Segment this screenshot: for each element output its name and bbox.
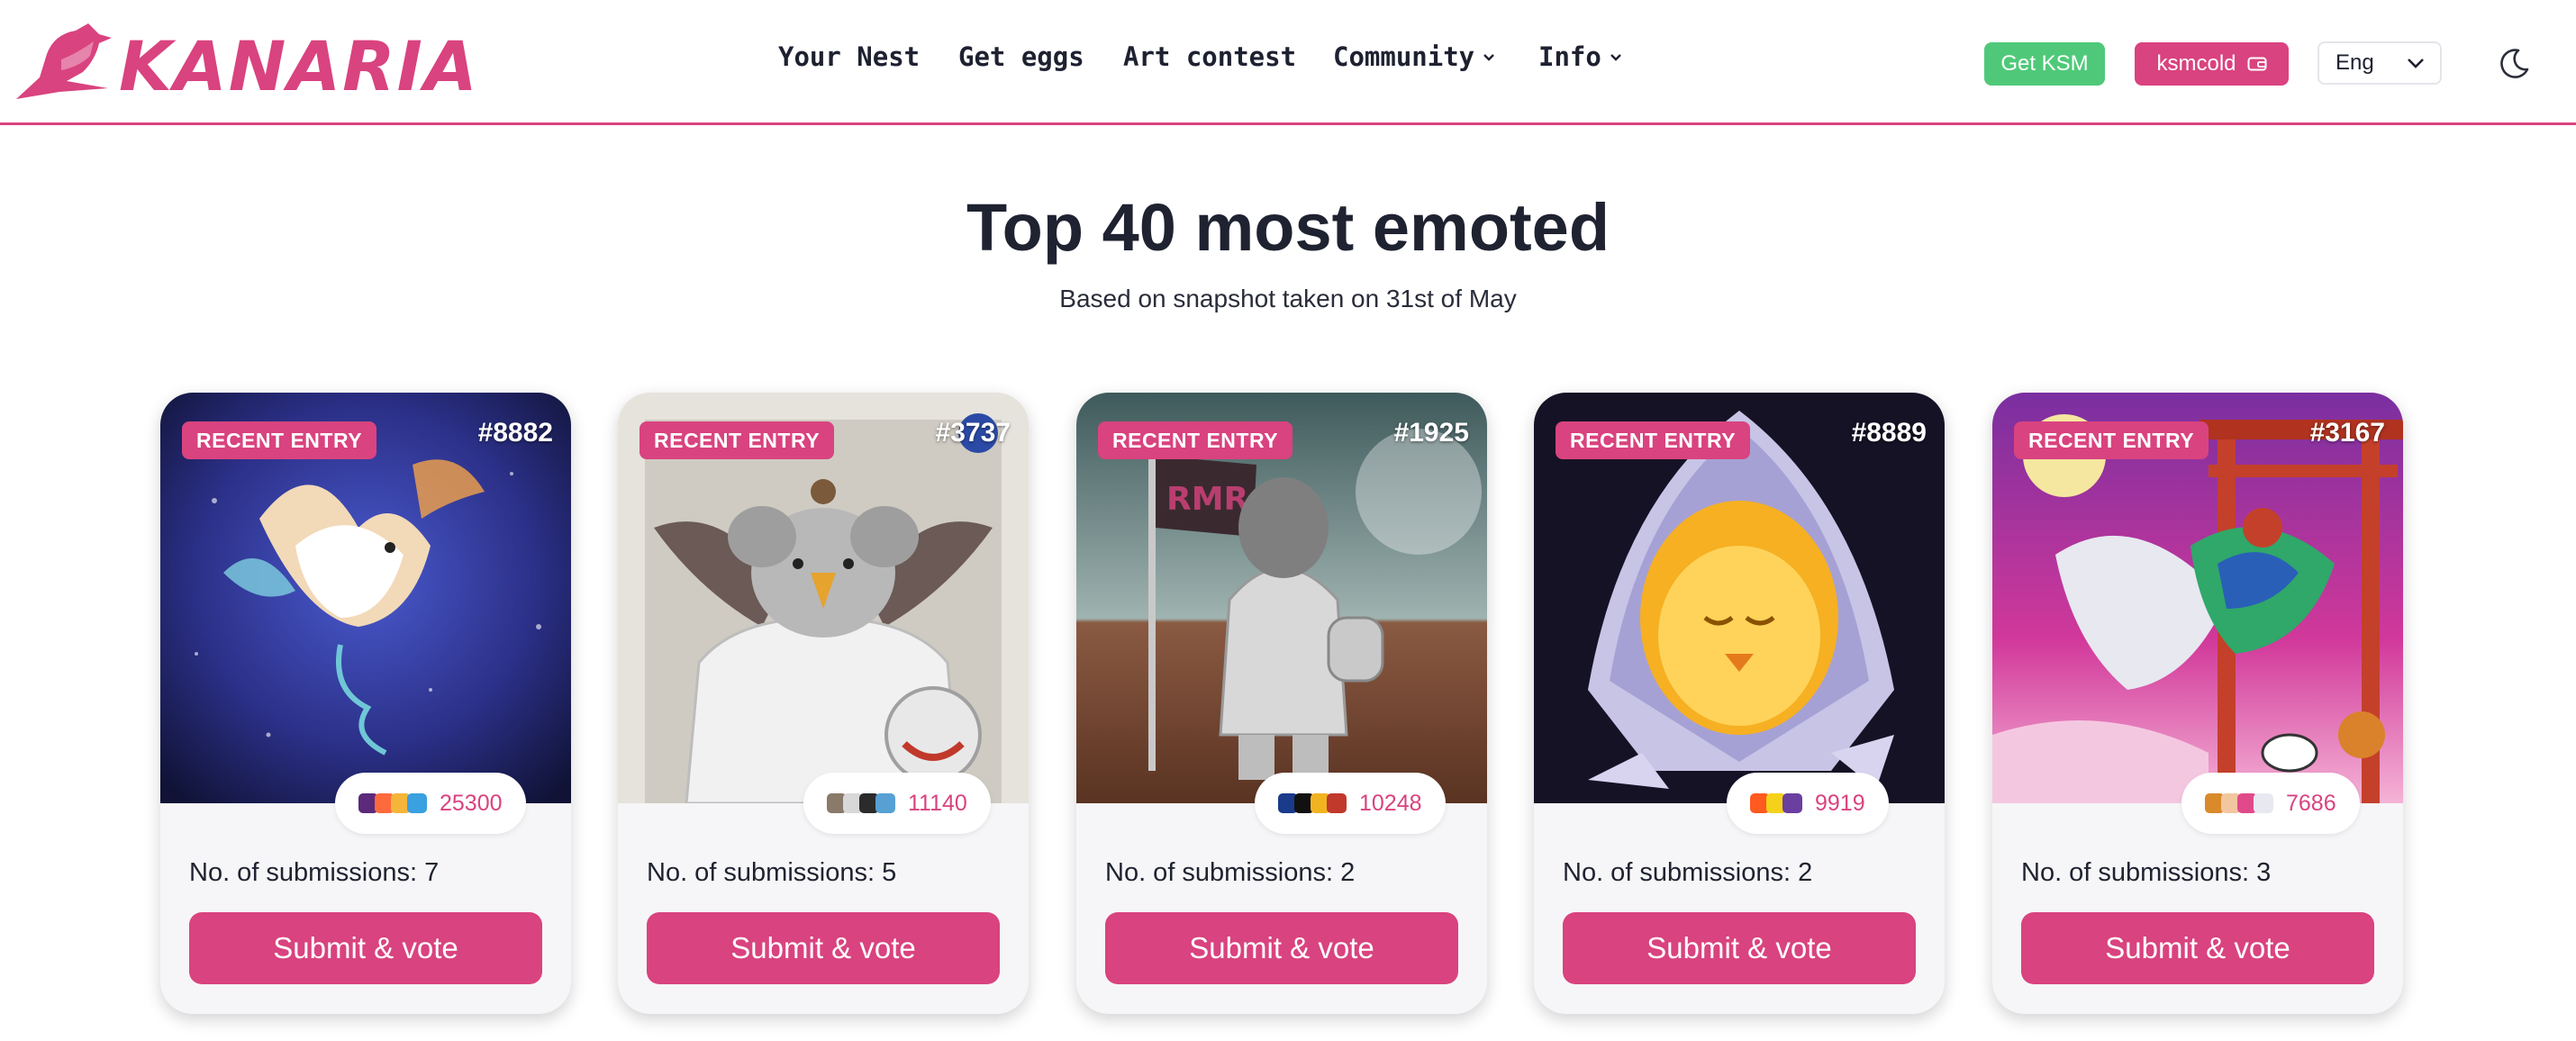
wallet-account-button[interactable]: ksmcold bbox=[2135, 42, 2289, 86]
kanaria-logo[interactable]: KANARIA bbox=[13, 18, 499, 101]
recent-entry-badge: RECENT ENTRY bbox=[182, 421, 377, 459]
nav-info[interactable]: Info bbox=[1538, 41, 1623, 72]
language-value: Eng bbox=[2336, 50, 2374, 75]
nft-card[interactable]: RECENT ENTRY #8882 25300 No. of submissi… bbox=[160, 393, 571, 1014]
nav-get-eggs[interactable]: Get eggs bbox=[958, 41, 1084, 72]
top-navbar: KANARIA Your Nest Get eggs Art contest C… bbox=[0, 0, 2576, 125]
emote-summary[interactable]: 9919 bbox=[1727, 773, 1889, 834]
submit-vote-label: Submit & vote bbox=[1189, 931, 1374, 964]
nav-community[interactable]: Community bbox=[1333, 41, 1496, 72]
emote-summary[interactable]: 11140 bbox=[803, 773, 991, 834]
nft-card[interactable]: RECENT ENTRY #8889 9919 No. of submissio… bbox=[1534, 393, 1945, 1014]
nft-card[interactable]: RECENT ENTRY #3737 11140 No. of submissi… bbox=[618, 393, 1029, 1014]
recent-entry-badge: RECENT ENTRY bbox=[1098, 421, 1293, 459]
emote-icons bbox=[827, 793, 895, 813]
submit-vote-button[interactable]: Submit & vote bbox=[1105, 912, 1458, 984]
svg-text:RMR: RMR bbox=[1166, 481, 1248, 518]
emote-icons bbox=[1750, 793, 1802, 813]
emote-summary[interactable]: 25300 bbox=[335, 773, 526, 834]
nft-id: #3737 bbox=[935, 418, 1011, 448]
emote-count: 7686 bbox=[2286, 790, 2336, 816]
submissions-count: No. of submissions: 3 bbox=[2021, 858, 2272, 887]
submit-vote-button[interactable]: Submit & vote bbox=[647, 912, 1000, 984]
submit-vote-label: Submit & vote bbox=[2105, 931, 2290, 964]
emote-count: 10248 bbox=[1359, 790, 1422, 816]
emote-summary[interactable]: 7686 bbox=[2181, 773, 2360, 834]
brand-text: KANARIA bbox=[119, 26, 479, 101]
emote-summary[interactable]: 10248 bbox=[1255, 773, 1446, 834]
page-subtitle: Based on snapshot taken on 31st of May bbox=[1059, 285, 1517, 312]
chevron-down-icon bbox=[1610, 54, 1621, 61]
get-ksm-button[interactable]: Get KSM bbox=[1984, 42, 2105, 86]
submit-vote-button[interactable]: Submit & vote bbox=[2021, 912, 2374, 984]
nav-your-nest[interactable]: Your Nest bbox=[778, 41, 920, 72]
nav-label: Community bbox=[1333, 41, 1475, 72]
submissions-count: No. of submissions: 5 bbox=[647, 858, 897, 887]
submit-vote-button[interactable]: Submit & vote bbox=[189, 912, 542, 984]
page-title: Top 40 most emoted bbox=[966, 190, 1610, 265]
wallet-label: ksmcold bbox=[2156, 51, 2236, 76]
emote-icons bbox=[2205, 793, 2273, 813]
recent-entry-badge: RECENT ENTRY bbox=[2014, 421, 2209, 459]
nft-card[interactable]: RECENT ENTRY #3167 7686 No. of submissio… bbox=[1992, 393, 2403, 1014]
nft-id: #8889 bbox=[1851, 418, 1927, 448]
submit-vote-label: Submit & vote bbox=[273, 931, 458, 964]
submissions-count: No. of submissions: 2 bbox=[1563, 858, 1813, 887]
submissions-count: No. of submissions: 7 bbox=[189, 858, 440, 887]
nav-art-contest[interactable]: Art contest bbox=[1123, 41, 1296, 72]
emote-icons bbox=[358, 793, 427, 813]
submit-vote-button[interactable]: Submit & vote bbox=[1563, 912, 1916, 984]
nav-label: Info bbox=[1538, 41, 1601, 72]
submit-vote-label: Submit & vote bbox=[1646, 931, 1832, 964]
recent-entry-badge: RECENT ENTRY bbox=[1556, 421, 1751, 459]
nav-label: Get eggs bbox=[958, 41, 1084, 72]
nft-id: #1925 bbox=[1393, 418, 1469, 448]
nft-id: #3167 bbox=[2309, 418, 2385, 448]
wallet-icon bbox=[2247, 57, 2267, 71]
emote-count: 25300 bbox=[440, 790, 503, 816]
moon-icon[interactable] bbox=[2497, 45, 2533, 81]
language-select[interactable]: Eng bbox=[2317, 41, 2442, 85]
nav-label: Your Nest bbox=[778, 41, 921, 72]
nav-label: Art contest bbox=[1123, 41, 1297, 72]
emote-icons bbox=[1278, 793, 1347, 813]
emote-count: 9919 bbox=[1815, 790, 1865, 816]
recent-entry-badge: RECENT ENTRY bbox=[639, 421, 835, 459]
submissions-count: No. of submissions: 2 bbox=[1105, 858, 1356, 887]
nft-card[interactable]: RMR RECENT ENTRY #1925 10248 No. of subm… bbox=[1076, 393, 1487, 1014]
get-ksm-label: Get KSM bbox=[2000, 51, 2089, 76]
chevron-down-icon bbox=[1483, 54, 1494, 61]
chevron-down-icon bbox=[2408, 59, 2424, 68]
emote-count: 11140 bbox=[908, 790, 967, 816]
nft-id: #8882 bbox=[477, 418, 553, 448]
submit-vote-label: Submit & vote bbox=[730, 931, 916, 964]
